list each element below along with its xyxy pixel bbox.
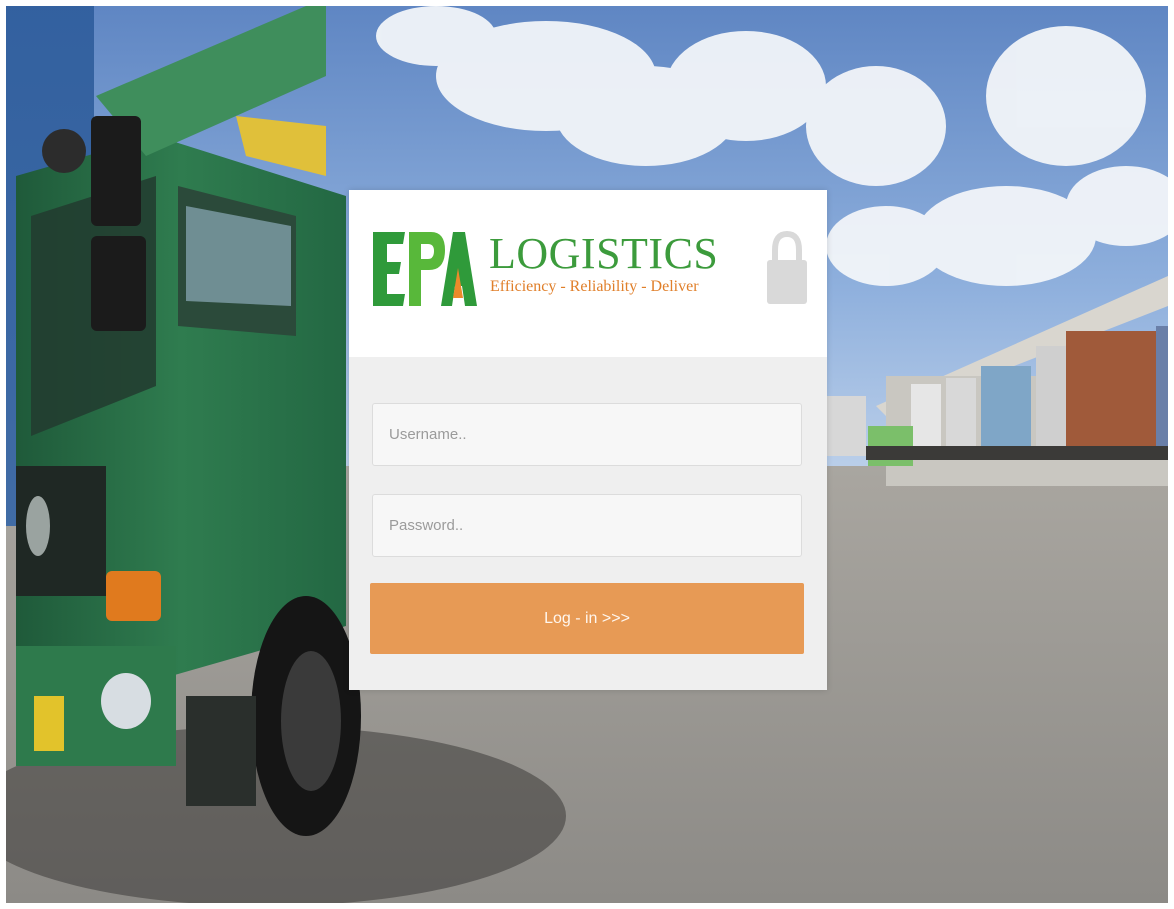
login-header: LOGISTICS Efficiency - Reliability - Del…	[349, 190, 827, 357]
login-panel: LOGISTICS Efficiency - Reliability - Del…	[349, 190, 827, 690]
username-input[interactable]	[372, 403, 802, 466]
page-frame: LOGISTICS Efficiency - Reliability - Del…	[6, 6, 1168, 903]
brand-tagline: Efficiency - Reliability - Deliver	[490, 278, 699, 295]
login-button[interactable]: Log - in >>>	[370, 583, 804, 654]
company-logo: LOGISTICS Efficiency - Reliability - Del…	[373, 228, 718, 308]
brand-name: LOGISTICS	[489, 229, 719, 278]
lock-icon	[767, 230, 807, 304]
epa-logo-mark	[373, 232, 477, 306]
password-input[interactable]	[372, 494, 802, 557]
